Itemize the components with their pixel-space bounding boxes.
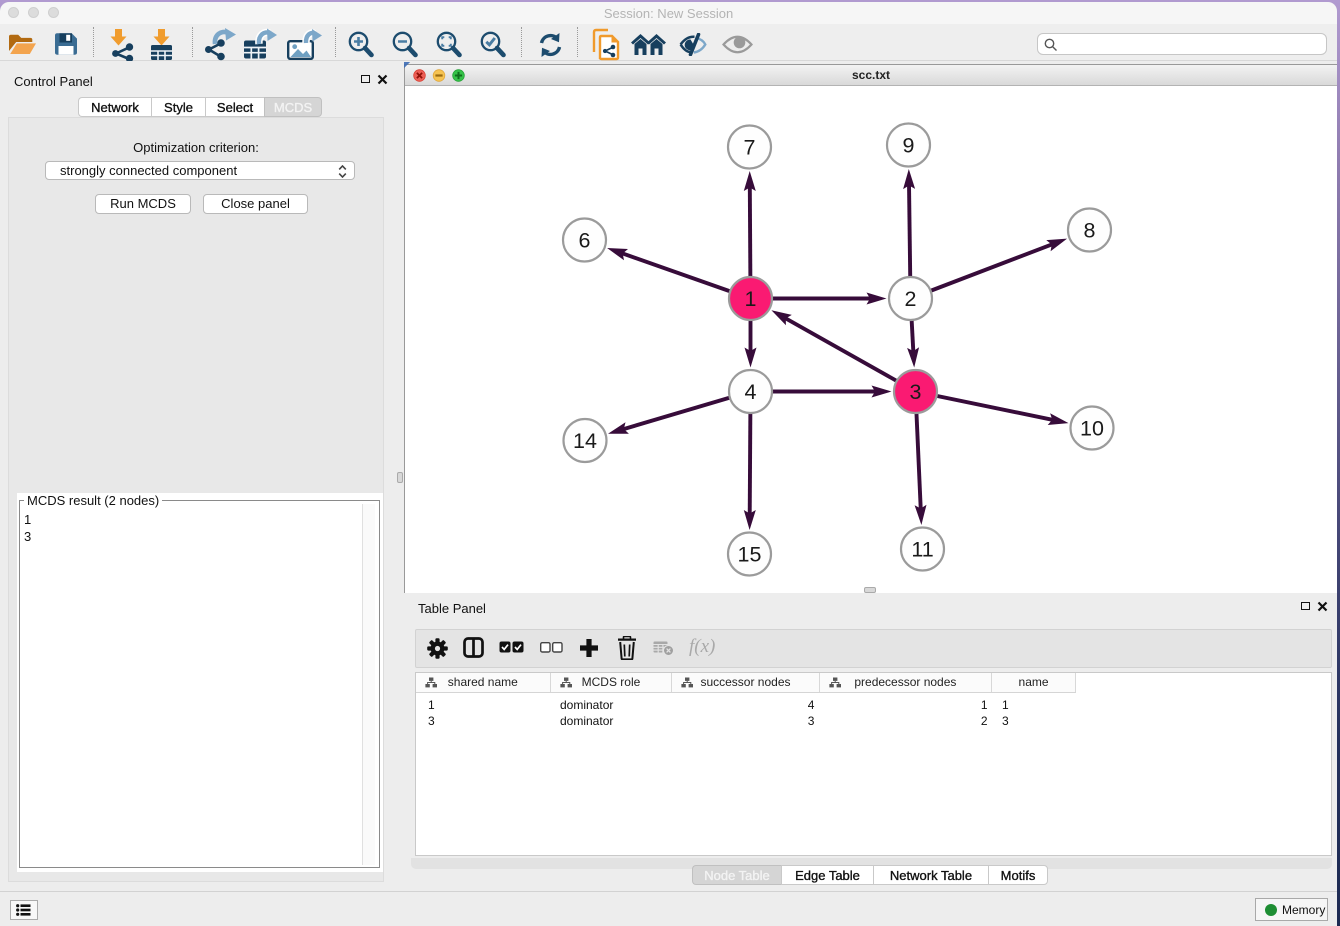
svg-text:15: 15: [738, 543, 762, 567]
svg-text:11: 11: [911, 538, 933, 562]
svg-text:14: 14: [573, 429, 597, 453]
svg-text:3: 3: [910, 380, 922, 404]
svg-text:7: 7: [744, 136, 756, 160]
svg-text:2: 2: [905, 287, 917, 311]
svg-text:1: 1: [745, 287, 757, 311]
svg-text:6: 6: [579, 229, 591, 253]
svg-text:8: 8: [1084, 219, 1096, 243]
svg-text:10: 10: [1080, 417, 1104, 441]
svg-text:4: 4: [745, 380, 757, 404]
svg-text:9: 9: [903, 134, 915, 158]
